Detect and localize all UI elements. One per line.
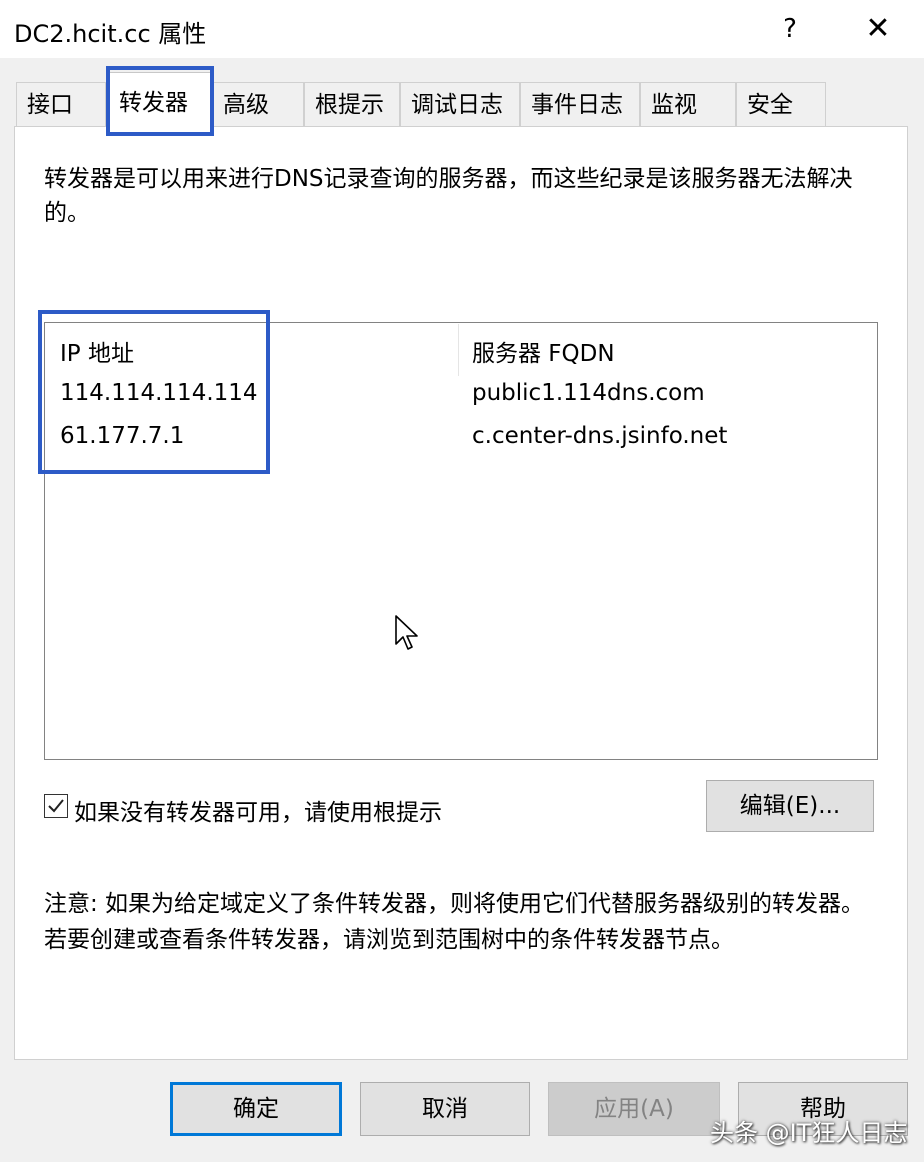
use-root-hints-label[interactable]: 如果没有转发器可用，请使用根提示 (74, 793, 442, 827)
close-icon[interactable]: ✕ (858, 10, 898, 48)
forwarder-ip[interactable]: 114.114.114.114 (60, 380, 258, 406)
watermark: 头条 @IT狂人日志 (710, 1119, 908, 1147)
help-icon[interactable]: ? (772, 10, 808, 48)
tab-debug-logging[interactable]: 调试日志 (400, 82, 520, 126)
conditional-forwarders-note: 注意: 如果为给定域定义了条件转发器，则将使用它们代替服务器级别的转发器。若要创… (44, 891, 865, 953)
forwarder-ip[interactable]: 61.177.7.1 (60, 423, 184, 449)
forwarder-fqdn[interactable]: c.center-dns.jsinfo.net (472, 423, 727, 449)
tab-forwarders[interactable]: 转发器 (108, 72, 212, 128)
tab-security[interactable]: 安全 (736, 82, 826, 126)
forwarder-fqdn[interactable]: public1.114dns.com (472, 380, 705, 406)
cancel-button[interactable]: 取消 (360, 1082, 530, 1136)
tab-root-hints[interactable]: 根提示 (304, 82, 400, 126)
tab-interfaces[interactable]: 接口 (16, 82, 106, 126)
column-header-fqdn[interactable]: 服务器 FQDN (472, 334, 615, 368)
use-root-hints-checkbox[interactable] (44, 794, 68, 818)
column-header-ip[interactable]: IP 地址 (60, 334, 134, 368)
forwarders-description: 转发器是可以用来进行DNS记录查询的服务器，而这些纪录是该服务器无法解决的。 (44, 166, 853, 226)
ok-button[interactable]: 确定 (170, 1082, 342, 1136)
apply-button[interactable]: 应用(A) (548, 1082, 720, 1136)
mouse-cursor-icon (395, 615, 418, 650)
tab-event-logging[interactable]: 事件日志 (520, 82, 640, 126)
tab-advanced[interactable]: 高级 (212, 82, 304, 126)
title-bar: DC2.hcit.cc 属性 ? ✕ (0, 0, 924, 58)
tab-monitoring[interactable]: 监视 (640, 82, 736, 126)
checkmark-icon (48, 799, 64, 813)
window-title: DC2.hcit.cc 属性 (14, 20, 207, 48)
edit-button[interactable]: 编辑(E)... (706, 780, 874, 832)
column-divider[interactable] (458, 324, 459, 376)
